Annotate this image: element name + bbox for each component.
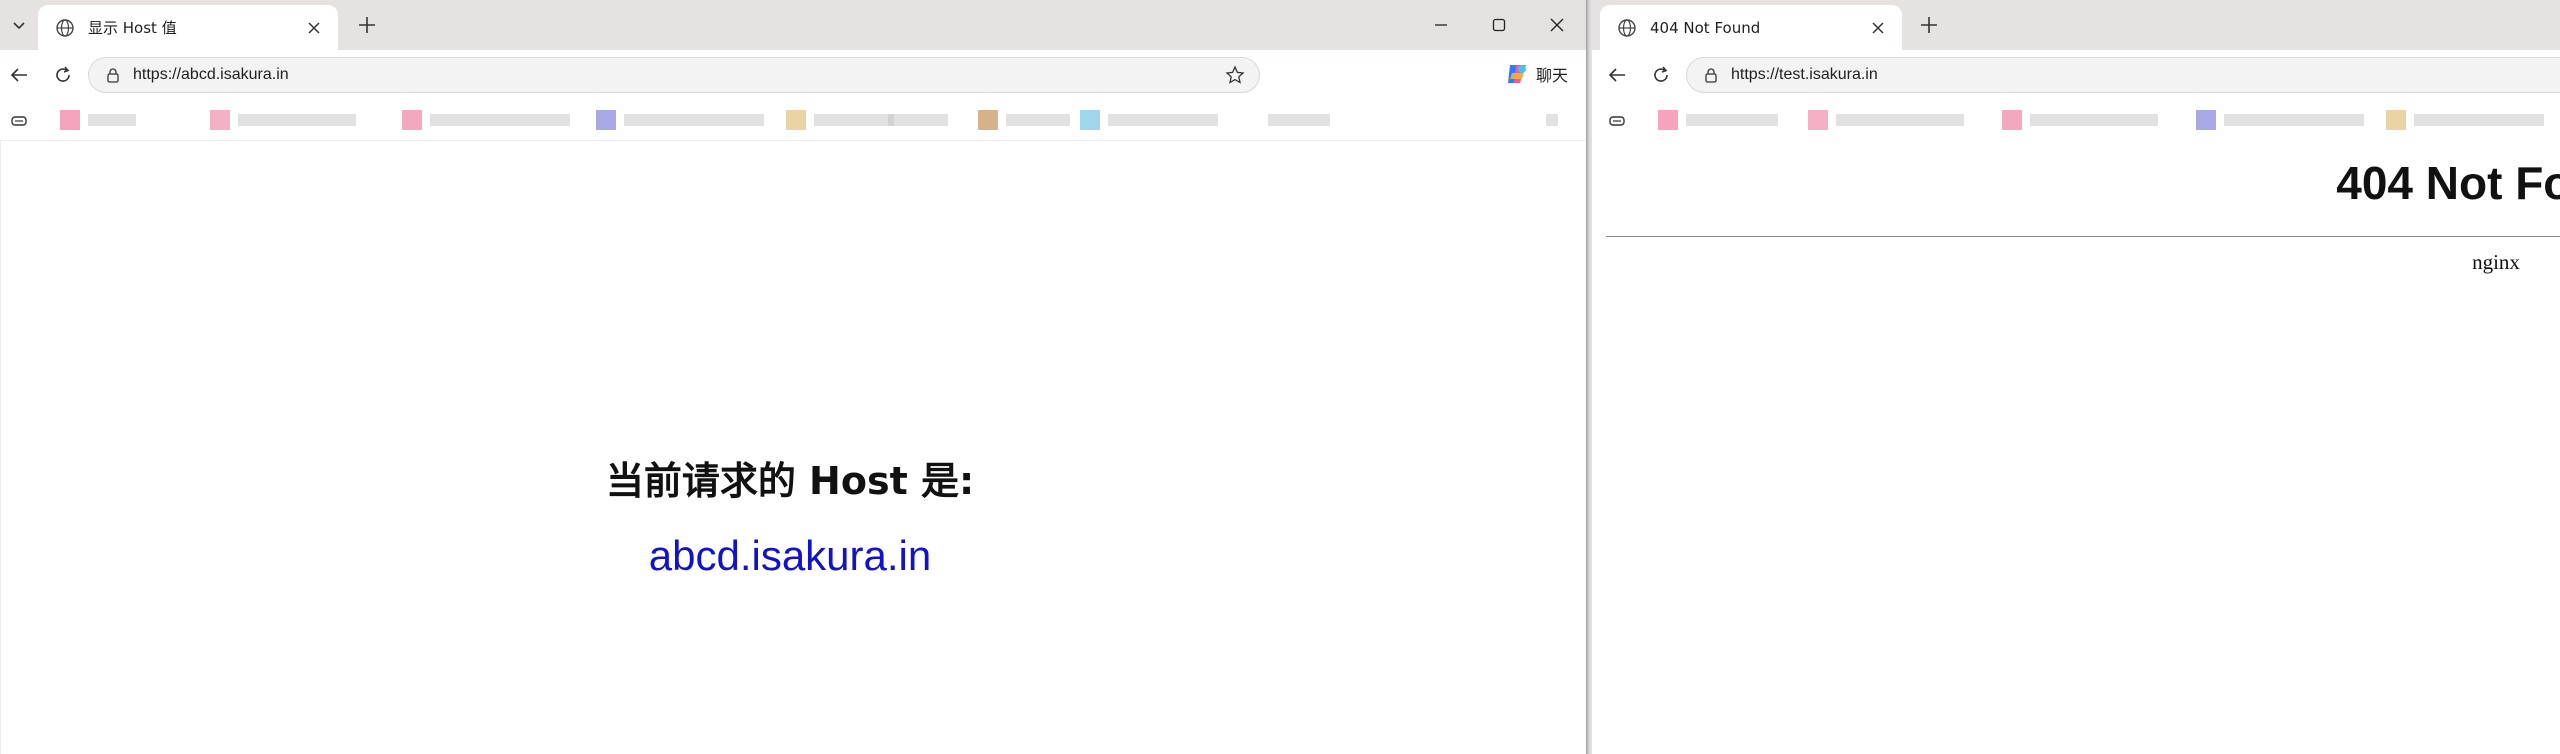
back-icon[interactable]: [1602, 60, 1632, 90]
bookmark-item[interactable]: [1808, 110, 1964, 130]
bookmark-item[interactable]: [402, 110, 570, 130]
back-icon[interactable]: [4, 60, 34, 90]
bookmark-item[interactable]: [1080, 110, 1218, 130]
bookmark-item[interactable]: [1268, 110, 1330, 130]
close-icon[interactable]: [302, 16, 326, 40]
collections-icon[interactable]: [1606, 110, 1628, 132]
bookmark-item[interactable]: [2386, 110, 2484, 130]
title-bar: 显示 Host 值: [0, 0, 1586, 50]
bookmark-more[interactable]: [1546, 110, 1558, 130]
copilot-icon: [1508, 65, 1526, 83]
address-bar[interactable]: https://abcd.isakura.in: [88, 57, 1260, 93]
plus-icon[interactable]: [1914, 10, 1944, 40]
bookmark-item[interactable]: [2002, 110, 2158, 130]
browser-window-right: 404 Not Found https://test.isakura.in 40…: [1592, 0, 2560, 754]
host-value: abcd.isakura.in: [648, 532, 932, 579]
page-heading: 当前请求的 Host 是:: [605, 459, 975, 503]
copilot-label: 聊天: [1536, 66, 1569, 85]
globe-icon: [54, 17, 76, 39]
reload-icon[interactable]: [48, 60, 78, 90]
url-text[interactable]: https://test.isakura.in: [1731, 66, 2560, 84]
bookmark-item[interactable]: [786, 110, 894, 130]
tab-active[interactable]: 404 Not Found: [1600, 5, 1902, 50]
window-controls: [1412, 0, 1586, 50]
bookmark-item[interactable]: [210, 110, 356, 130]
address-bar[interactable]: https://test.isakura.in: [1686, 57, 2560, 93]
browser-window-left: 显示 Host 值 https://abcd.isakura.in 聊天 当前请…: [0, 0, 1586, 754]
tab-list-icon[interactable]: [4, 8, 34, 42]
tab-active[interactable]: 显示 Host 值: [38, 5, 338, 50]
maximize-icon[interactable]: [1470, 0, 1528, 50]
bookmark-item[interactable]: [2484, 110, 2544, 130]
bookmarks-bar: [0, 100, 1586, 140]
reload-icon[interactable]: [1646, 60, 1676, 90]
close-window-icon[interactable]: [1528, 0, 1586, 50]
minimize-icon[interactable]: [1412, 0, 1470, 50]
tab-title: 404 Not Found: [1650, 18, 1761, 37]
bookmarks-bar: [1592, 100, 2560, 140]
bookmark-item[interactable]: [1658, 110, 1778, 130]
lock-icon[interactable]: [1701, 65, 1721, 85]
bookmark-item[interactable]: [888, 110, 948, 130]
collections-icon[interactable]: [8, 110, 30, 132]
tab-title: 显示 Host 值: [88, 19, 177, 37]
page-content: [0, 140, 1586, 754]
error-title: 404 Not Found: [2336, 157, 2560, 209]
globe-icon: [1616, 17, 1638, 39]
url-text[interactable]: https://abcd.isakura.in: [133, 66, 1223, 84]
bookmark-item[interactable]: [60, 110, 136, 130]
close-icon[interactable]: [1866, 16, 1890, 40]
copilot-button[interactable]: 聊天: [1498, 56, 1574, 92]
title-bar: 404 Not Found: [1592, 0, 2560, 50]
lock-icon[interactable]: [103, 65, 123, 85]
server-name: nginx: [2472, 250, 2520, 274]
bookmark-item[interactable]: [2196, 110, 2364, 130]
bookmark-item[interactable]: [978, 110, 1070, 130]
star-icon[interactable]: [1223, 63, 1247, 87]
bookmark-item[interactable]: [596, 110, 764, 130]
page-content: [1592, 140, 2560, 754]
divider-line: [1606, 236, 2560, 237]
plus-icon[interactable]: [352, 10, 382, 40]
